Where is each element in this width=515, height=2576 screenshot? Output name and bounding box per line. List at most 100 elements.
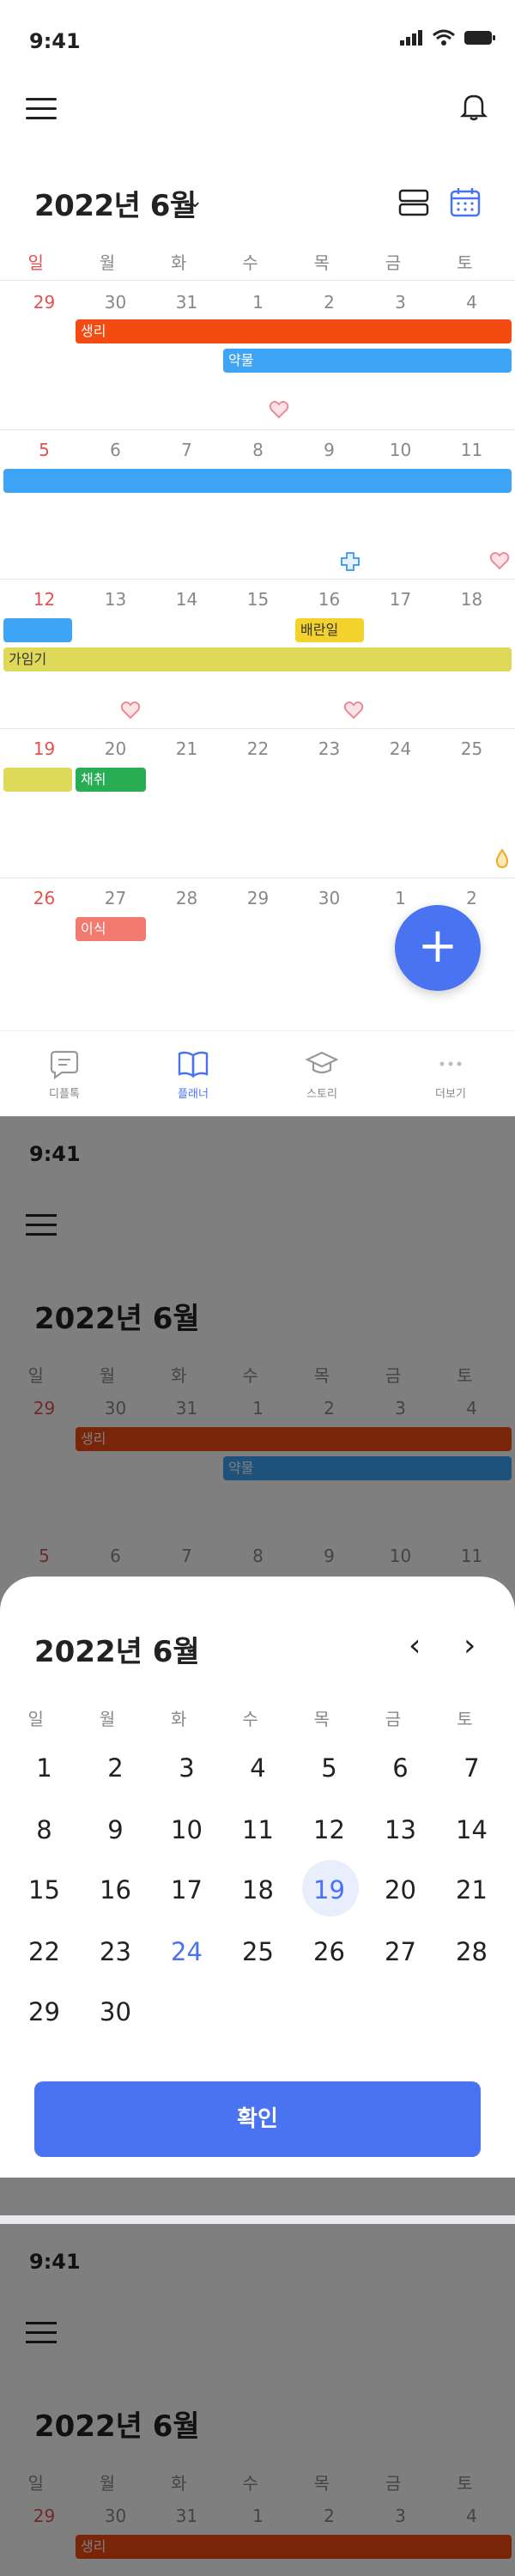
day-cell[interactable]: 21 — [151, 738, 222, 759]
event-medicine[interactable]: 약물 — [223, 349, 512, 373]
picker-day[interactable]: 25 — [222, 1937, 294, 1966]
day-cell[interactable]: 10 — [365, 440, 436, 460]
day-cell[interactable]: 14 — [151, 589, 222, 610]
day-cell[interactable]: 8 — [222, 440, 294, 460]
heart-icon — [269, 400, 289, 419]
picker-day[interactable]: 22 — [9, 1937, 80, 1966]
day-cell[interactable]: 29 — [222, 888, 294, 908]
day-cell[interactable]: 19 — [9, 738, 80, 759]
day-cell[interactable]: 30 — [294, 888, 365, 908]
picker-day[interactable]: 8 — [9, 1815, 80, 1844]
day-cell[interactable]: 28 — [151, 888, 222, 908]
day-cell[interactable]: 5 — [9, 440, 80, 460]
day-cell[interactable]: 25 — [436, 738, 507, 759]
day-cell[interactable]: 20 — [80, 738, 151, 759]
picker-day[interactable]: 18 — [222, 1875, 294, 1905]
picker-day[interactable]: 21 — [436, 1875, 507, 1905]
day-cell[interactable]: 26 — [9, 888, 80, 908]
picker-day-selected[interactable]: 19 — [294, 1875, 365, 1905]
event-transfer[interactable]: 이식 — [76, 917, 146, 941]
day-cell[interactable]: 7 — [151, 440, 222, 460]
month-title[interactable]: 2022년 6월 — [34, 182, 197, 224]
picker-day[interactable]: 12 — [294, 1815, 365, 1844]
weekday-label: 화 — [143, 249, 215, 274]
day-cell[interactable]: 16 — [294, 589, 365, 610]
picker-day[interactable]: 17 — [151, 1875, 222, 1905]
tab-story[interactable]: 스토리 — [258, 1031, 386, 1116]
event-ovulation[interactable]: 배란일 — [295, 618, 364, 642]
day-cell[interactable]: 3 — [365, 292, 436, 313]
day-cell[interactable]: 1 — [365, 888, 436, 908]
signal-icon — [400, 30, 424, 46]
event-medicine-bar[interactable] — [3, 469, 512, 493]
picker-day[interactable]: 26 — [294, 1937, 365, 1966]
weekday-label: 월 — [71, 249, 142, 274]
picker-month-title[interactable]: 2022년 6월 — [34, 1628, 200, 1670]
picker-day[interactable]: 23 — [80, 1937, 151, 1966]
bell-icon[interactable] — [457, 89, 491, 124]
day-cell[interactable]: 9 — [294, 440, 365, 460]
menu-button[interactable] — [26, 98, 57, 120]
picker-day[interactable]: 16 — [80, 1875, 151, 1905]
day-cell[interactable]: 1 — [222, 292, 294, 313]
day-cell[interactable]: 6 — [80, 440, 151, 460]
day-cell[interactable]: 22 — [222, 738, 294, 759]
confirm-button[interactable]: 확인 — [34, 2081, 481, 2157]
day-cell[interactable]: 15 — [222, 589, 294, 610]
event-fertile[interactable]: 가임기 — [3, 647, 512, 671]
day-cell[interactable]: 12 — [9, 589, 80, 610]
picker-day[interactable]: 1 — [9, 1753, 80, 1783]
list-view-icon[interactable] — [397, 185, 431, 220]
day-cell[interactable]: 4 — [436, 292, 507, 313]
picker-day[interactable]: 28 — [436, 1937, 507, 1966]
picker-day[interactable]: 27 — [365, 1937, 436, 1966]
picker-day[interactable]: 10 — [151, 1815, 222, 1844]
picker-day[interactable]: 7 — [436, 1753, 507, 1783]
picker-day[interactable]: 30 — [80, 1997, 151, 2026]
day-cell[interactable]: 24 — [365, 738, 436, 759]
picker-day[interactable]: 20 — [365, 1875, 436, 1905]
day-cell[interactable]: 27 — [80, 888, 151, 908]
picker-day[interactable]: 9 — [80, 1815, 151, 1844]
picker-day[interactable]: 4 — [222, 1753, 294, 1783]
picker-day[interactable]: 29 — [9, 1997, 80, 2026]
day-cell[interactable]: 2 — [294, 292, 365, 313]
picker-day[interactable]: 5 — [294, 1753, 365, 1783]
picker-day[interactable]: 15 — [9, 1875, 80, 1905]
next-month-button[interactable]: › — [464, 1628, 476, 1663]
picker-day[interactable]: 13 — [365, 1815, 436, 1844]
tab-diple-talk[interactable]: 디플톡 — [0, 1031, 129, 1116]
tab-label: 스토리 — [306, 1088, 337, 1101]
wifi-icon — [433, 29, 455, 46]
tab-more[interactable]: 더보기 — [386, 1031, 515, 1116]
day-cell[interactable]: 23 — [294, 738, 365, 759]
calendar-view-icon[interactable] — [448, 185, 482, 220]
picker-day[interactable]: 11 — [222, 1815, 294, 1844]
dim-overlay[interactable] — [0, 2224, 515, 2576]
picker-day[interactable]: 6 — [365, 1753, 436, 1783]
day-cell[interactable]: 11 — [436, 440, 507, 460]
day-cell[interactable]: 18 — [436, 589, 507, 610]
day-cell[interactable]: 13 — [80, 589, 151, 610]
picker-day[interactable]: 14 — [436, 1815, 507, 1844]
weekday-label: 월 — [71, 1705, 142, 1730]
picker-day[interactable]: 2 — [80, 1753, 151, 1783]
weekday-label: 토 — [429, 249, 500, 274]
picker-day[interactable]: 3 — [151, 1753, 222, 1783]
prev-month-button[interactable]: ‹ — [409, 1628, 421, 1663]
day-cell[interactable]: 31 — [151, 292, 222, 313]
tab-planner[interactable]: 플래너 — [129, 1031, 258, 1116]
event-blood-draw[interactable]: 채취 — [76, 768, 146, 792]
event-fertile-bar[interactable] — [3, 768, 72, 792]
event-period[interactable]: 생리 — [76, 319, 512, 343]
chevron-right-icon[interactable]: › — [187, 1633, 197, 1662]
weekday-label: 일 — [0, 249, 71, 274]
day-cell[interactable]: 30 — [80, 292, 151, 313]
day-cell[interactable]: 29 — [9, 292, 80, 313]
add-event-button[interactable]: + — [395, 905, 481, 991]
weekday-label: 금 — [357, 1705, 428, 1730]
day-cell[interactable]: 17 — [365, 589, 436, 610]
event-medicine-bar[interactable] — [3, 618, 72, 642]
picker-day-today[interactable]: 24 — [151, 1937, 222, 1966]
chevron-down-icon[interactable]: ⌄ — [187, 191, 203, 212]
